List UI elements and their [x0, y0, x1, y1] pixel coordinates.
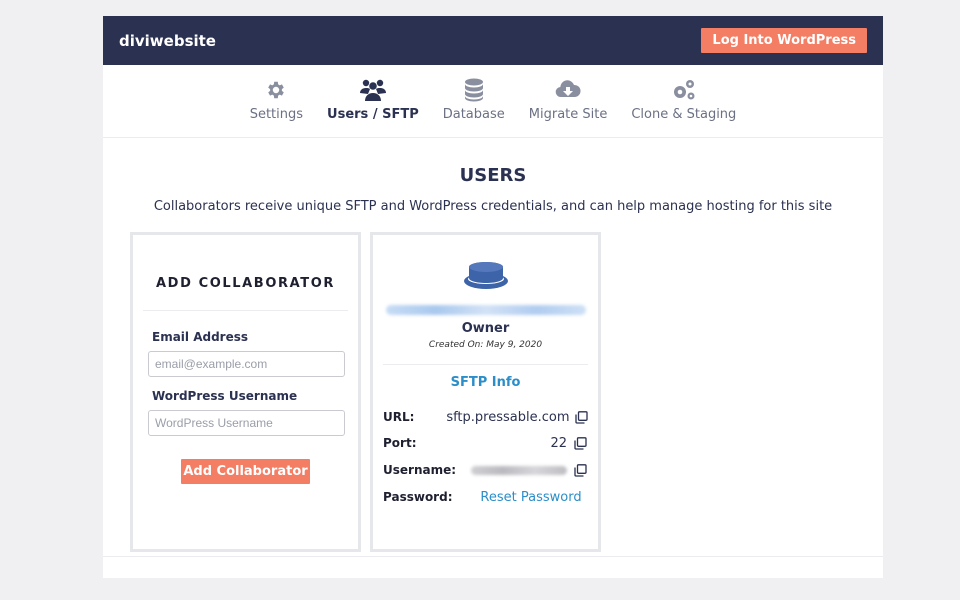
- divider: [143, 310, 348, 311]
- copy-icon[interactable]: [575, 410, 589, 424]
- url-value: sftp.pressable.com: [446, 409, 570, 425]
- user-avatar-icon: [462, 259, 510, 291]
- gear-icon: [265, 77, 287, 103]
- database-icon: [464, 77, 484, 103]
- user-email-redacted: [385, 305, 586, 315]
- tab-database[interactable]: Database: [443, 77, 505, 122]
- password-value: Reset Password: [458, 490, 588, 505]
- username-label: Username:: [383, 463, 457, 477]
- tab-settings[interactable]: Settings: [250, 77, 303, 122]
- gears-icon: [671, 77, 697, 103]
- password-label: Password:: [383, 490, 453, 504]
- port-value: 22: [550, 435, 567, 451]
- copy-icon[interactable]: [572, 436, 588, 450]
- sftp-info-title: SFTP Info: [450, 375, 521, 390]
- add-collaborator-button[interactable]: Add Collaborator: [181, 459, 310, 484]
- email-label: Email Address: [152, 330, 249, 344]
- users-icon: [359, 77, 387, 103]
- user-role: Owner: [461, 321, 510, 336]
- tab-migrate-site[interactable]: Migrate Site: [528, 77, 608, 122]
- divider: [383, 364, 588, 365]
- users-heading: USERS: [459, 165, 527, 186]
- site-panel: diviwebsite Log Into WordPress Settings …: [103, 16, 883, 578]
- add-collaborator-card: ADD COLLABORATOR Email Address WordPress…: [130, 232, 361, 552]
- email-field[interactable]: [148, 351, 345, 377]
- sftp-password-row: Password: Reset Password: [383, 488, 588, 506]
- sftp-url-row: URL: sftp.pressable.com: [383, 408, 588, 426]
- copy-icon[interactable]: [572, 463, 588, 477]
- wordpress-username-field[interactable]: [148, 410, 345, 436]
- tab-label: Users / SFTP: [327, 107, 419, 122]
- reset-password-link[interactable]: Reset Password: [480, 490, 581, 505]
- username-value-redacted: [458, 463, 567, 478]
- wordpress-username-label: WordPress Username: [152, 389, 298, 403]
- tab-label: Settings: [249, 107, 304, 122]
- cloud-download-icon: [555, 77, 581, 103]
- site-name: diviwebsite: [119, 31, 216, 50]
- tab-bar: Settings Users / SFTP Database Migrate S…: [103, 65, 883, 138]
- tab-clone-staging[interactable]: Clone & Staging: [631, 77, 736, 122]
- user-card: Owner Created On: May 9, 2020 SFTP Info …: [370, 232, 601, 552]
- divider: [103, 556, 883, 557]
- tab-users-sftp[interactable]: Users / SFTP: [327, 77, 419, 122]
- users-subtitle: Collaborators receive unique SFTP and Wo…: [153, 199, 833, 214]
- sftp-port-row: Port: 22: [383, 434, 588, 452]
- tab-label: Database: [442, 107, 505, 122]
- url-label: URL:: [383, 410, 415, 424]
- sftp-username-row: Username:: [383, 461, 588, 479]
- created-date: Created On: May 9, 2020: [428, 340, 543, 350]
- port-label: Port:: [383, 436, 417, 450]
- tab-label: Migrate Site: [528, 107, 608, 122]
- login-wordpress-button[interactable]: Log Into WordPress: [701, 28, 867, 53]
- tab-label: Clone & Staging: [631, 107, 737, 122]
- add-collaborator-title: ADD COLLABORATOR: [156, 276, 335, 291]
- top-bar: diviwebsite Log Into WordPress: [103, 16, 883, 65]
